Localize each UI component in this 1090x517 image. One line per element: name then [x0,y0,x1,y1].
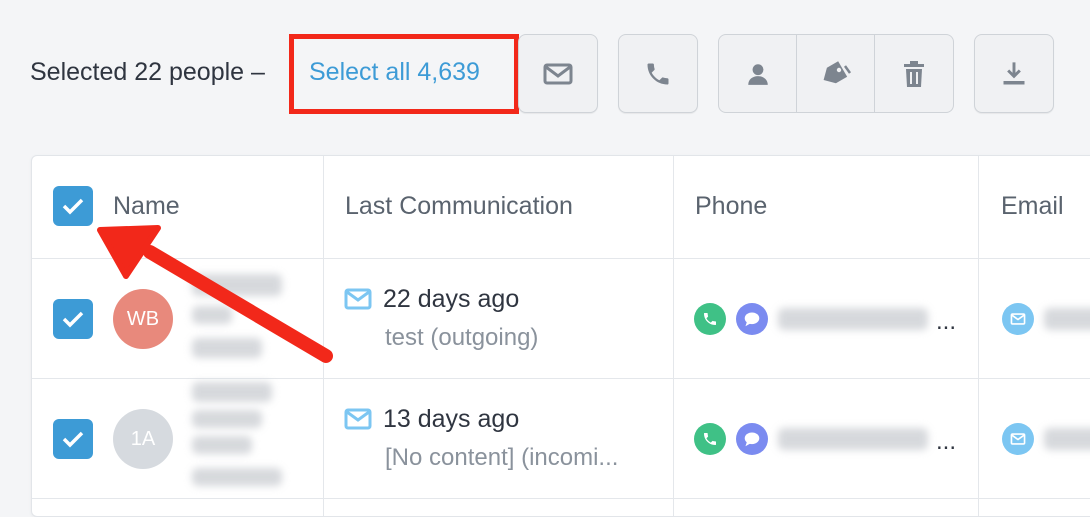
annotation-arrow [97,225,333,363]
